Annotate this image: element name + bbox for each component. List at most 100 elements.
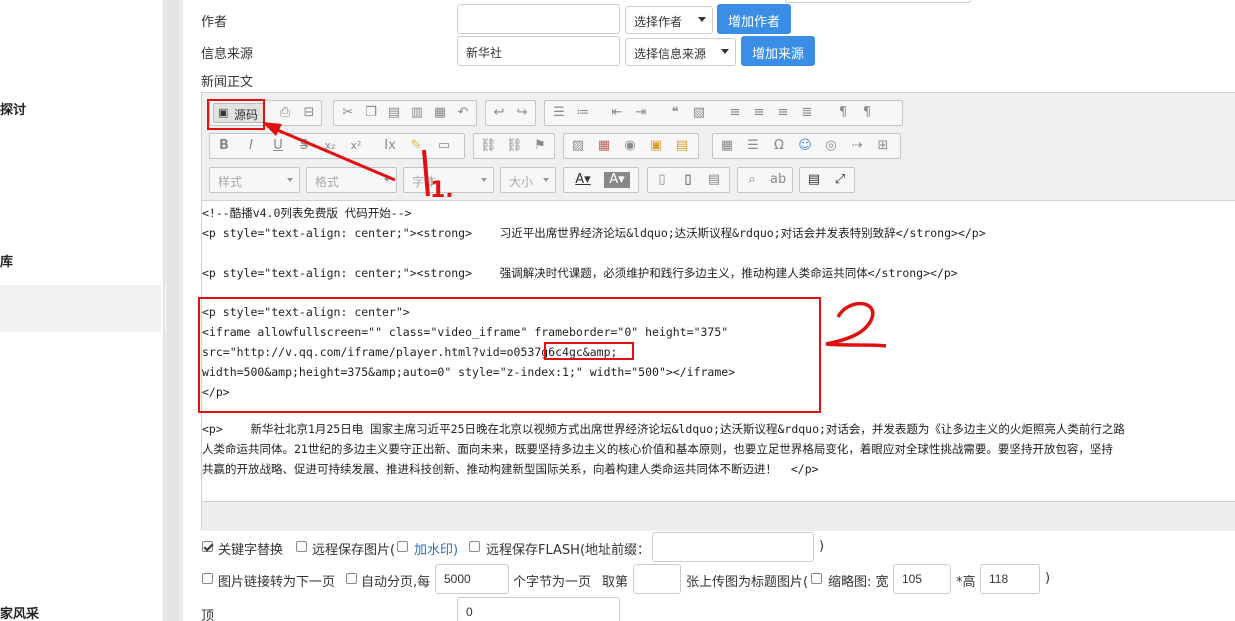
chevron-down-icon bbox=[384, 178, 390, 182]
format-combo[interactable]: 格式 bbox=[306, 167, 397, 193]
editor-status-bar bbox=[202, 501, 1235, 531]
thumbnail-width-label: 缩略图: 宽 bbox=[828, 575, 889, 590]
sidebar-item-style[interactable]: 家风采 bbox=[0, 603, 39, 621]
author-select[interactable]: 选择作者 bbox=[625, 6, 713, 34]
watermark-checkbox[interactable] bbox=[397, 541, 408, 552]
toolbar-group-links: ⛓ ⛓ ⚑ bbox=[473, 133, 555, 159]
chars-per-page-input[interactable]: 5000 bbox=[435, 564, 509, 594]
outdent-icon[interactable]: ⇤ bbox=[609, 105, 625, 121]
paste-word-icon[interactable]: ▦ bbox=[432, 105, 448, 121]
cut-icon[interactable]: ✂ bbox=[340, 105, 356, 121]
show-blocks-icon[interactable]: ▤ bbox=[806, 172, 822, 188]
toolbar-group-insert: ▨ ▦ ◉ ▣ ▤ bbox=[563, 133, 699, 159]
page-break-icon[interactable]: ⇢ bbox=[849, 138, 865, 154]
remote-save-images-checkbox[interactable] bbox=[296, 541, 307, 552]
document-icon[interactable]: ▤ bbox=[706, 172, 722, 188]
annotation-box-iframe-code bbox=[198, 297, 821, 413]
horizontal-rule-icon[interactable]: ☰ bbox=[745, 138, 761, 154]
top-input[interactable]: 0 bbox=[457, 597, 620, 621]
image-icon[interactable]: ▨ bbox=[570, 138, 586, 154]
redo-arrow-icon[interactable]: ↪ bbox=[514, 105, 530, 121]
rtl-icon[interactable]: ¶ bbox=[859, 105, 875, 121]
clear-format-icon[interactable]: ▭ bbox=[436, 138, 452, 154]
source-label: 信息来源 bbox=[201, 47, 254, 62]
flash-close-paren: ) bbox=[819, 539, 825, 554]
undo-arrow-icon[interactable]: ↩ bbox=[491, 105, 507, 121]
thumbnail-checkbox[interactable] bbox=[811, 573, 822, 584]
take-label: 取第 bbox=[602, 575, 629, 590]
align-right-icon[interactable]: ≡ bbox=[775, 105, 791, 121]
bulleted-list-icon[interactable]: ≔ bbox=[575, 105, 591, 121]
superscript-icon[interactable]: x² bbox=[348, 138, 364, 154]
flash-prefix-input[interactable] bbox=[652, 532, 814, 562]
style-combo[interactable]: 样式 bbox=[209, 167, 300, 193]
code-snippet-icon[interactable]: ◎ bbox=[823, 138, 839, 154]
sidebar-scrollbar[interactable] bbox=[163, 0, 183, 621]
find-icon[interactable]: ⌕ bbox=[744, 172, 760, 188]
subscript-icon[interactable]: x₂ bbox=[322, 138, 338, 154]
add-watermark-link[interactable]: 加水印) bbox=[414, 539, 458, 558]
thumbnail-close-paren: ) bbox=[1045, 571, 1051, 586]
underline-icon[interactable]: U bbox=[270, 138, 286, 154]
author-input[interactable] bbox=[457, 4, 620, 34]
add-source-button[interactable]: 增加来源 bbox=[741, 36, 815, 66]
maximize-icon[interactable]: ⤢ bbox=[832, 172, 848, 188]
sidebar-item-active[interactable] bbox=[0, 285, 161, 332]
media-icon[interactable]: ▣ bbox=[648, 138, 664, 154]
attachment-icon[interactable]: ▤ bbox=[674, 138, 690, 154]
numbered-list-icon[interactable]: ☰ bbox=[551, 105, 567, 121]
take-index-input[interactable] bbox=[633, 564, 681, 594]
remote-save-flash-checkbox[interactable] bbox=[469, 541, 480, 552]
indent-icon[interactable]: ⇥ bbox=[633, 105, 649, 121]
format-painter-icon[interactable]: ✎ bbox=[408, 138, 424, 154]
copy-icon[interactable]: ❐ bbox=[363, 105, 379, 121]
keyword-replace-checkbox[interactable] bbox=[202, 541, 213, 552]
table-icon[interactable]: ▦ bbox=[719, 138, 735, 154]
new-page-icon[interactable]: ▯ bbox=[680, 172, 696, 188]
sidebar-item-library[interactable]: 库 bbox=[0, 251, 13, 270]
undo-icon[interactable]: ↶ bbox=[455, 105, 471, 121]
blockquote-icon[interactable]: ❝ bbox=[667, 105, 683, 121]
sidebar-item-discussion[interactable]: 探讨 bbox=[0, 99, 26, 118]
link-icon[interactable]: ⛓ bbox=[480, 138, 497, 154]
preview-icon[interactable]: ⎙ bbox=[277, 105, 293, 121]
multi-image-icon[interactable]: ▦ bbox=[596, 138, 612, 154]
thumbnail-height-input[interactable]: 118 bbox=[980, 564, 1040, 594]
ltr-icon[interactable]: ¶ bbox=[835, 105, 851, 121]
remove-format-icon[interactable]: Ix bbox=[382, 138, 398, 154]
chevron-down-icon bbox=[481, 178, 487, 182]
toolbar-group-history: ↩ ↪ bbox=[485, 100, 536, 126]
smiley-icon[interactable]: ☺ bbox=[797, 138, 813, 154]
link-next-page-checkbox[interactable] bbox=[202, 573, 213, 584]
div-container-icon[interactable]: ▧ bbox=[691, 105, 707, 121]
scrollbar-thumb[interactable] bbox=[167, 0, 179, 621]
italic-icon[interactable]: I bbox=[243, 138, 259, 154]
special-char-icon[interactable]: Ω bbox=[771, 138, 787, 154]
align-center-icon[interactable]: ≡ bbox=[751, 105, 767, 121]
unlink-icon[interactable]: ⛓ bbox=[506, 138, 523, 154]
bold-icon[interactable]: B bbox=[216, 138, 232, 154]
iframe-icon[interactable]: ⊞ bbox=[875, 138, 891, 154]
paste-icon[interactable]: ▤ bbox=[386, 105, 402, 121]
replace-icon[interactable]: ab bbox=[770, 172, 786, 188]
source-line: <p style="text-align: center;"><strong> … bbox=[202, 266, 958, 280]
templates-icon[interactable]: ▯ bbox=[654, 172, 670, 188]
strikethrough-icon[interactable]: S bbox=[296, 138, 312, 154]
thumbnail-width-input[interactable]: 105 bbox=[893, 564, 951, 594]
add-author-button[interactable]: 增加作者 bbox=[717, 4, 791, 34]
size-combo[interactable]: 大小 bbox=[500, 167, 556, 193]
align-justify-icon[interactable]: ≣ bbox=[799, 105, 815, 121]
source-input[interactable]: 新华社 bbox=[457, 36, 620, 66]
anchor-icon[interactable]: ⚑ bbox=[532, 138, 548, 154]
print-icon[interactable]: ⊟ bbox=[301, 105, 317, 121]
align-left-icon[interactable]: ≡ bbox=[727, 105, 743, 121]
text-color-icon[interactable]: A▾ bbox=[570, 172, 596, 188]
thumbnail-height-label: *高 bbox=[956, 575, 976, 590]
previous-field-edge bbox=[785, 0, 971, 3]
source-select[interactable]: 选择信息来源 bbox=[625, 38, 736, 66]
chevron-down-icon bbox=[721, 49, 729, 54]
background-color-icon[interactable]: A▾ bbox=[604, 172, 630, 188]
paste-text-icon[interactable]: ▥ bbox=[409, 105, 425, 121]
flash-icon[interactable]: ◉ bbox=[622, 138, 638, 154]
auto-paging-checkbox[interactable] bbox=[346, 573, 357, 584]
